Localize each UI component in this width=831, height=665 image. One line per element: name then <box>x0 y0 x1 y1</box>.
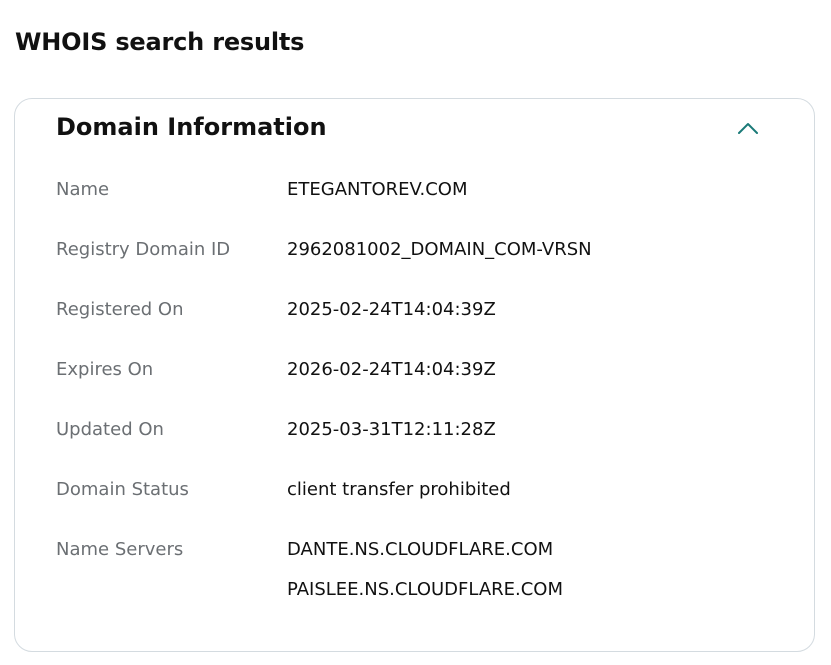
updated-on-value: 2025-03-31T12:11:28Z <box>287 419 496 440</box>
domain-information-card: Domain Information Name ETEGANTOREV.COM … <box>14 98 815 652</box>
expires-on-label: Expires On <box>56 359 154 380</box>
domain-info-rows: Name ETEGANTOREV.COM Registry Domain ID … <box>56 170 794 610</box>
row-expires-on: Expires On 2026-02-24T14:04:39Z <box>56 350 794 410</box>
name-value: ETEGANTOREV.COM <box>287 179 468 200</box>
chevron-up-icon <box>738 123 758 134</box>
name-server-value: PAISLEE.NS.CLOUDFLARE.COM <box>287 579 563 600</box>
row-updated-on: Updated On 2025-03-31T12:11:28Z <box>56 410 794 470</box>
name-server-value: DANTE.NS.CLOUDFLARE.COM <box>287 539 554 560</box>
page-title: WHOIS search results <box>15 28 305 56</box>
updated-on-label: Updated On <box>56 419 164 440</box>
card-title: Domain Information <box>56 113 327 141</box>
registered-on-label: Registered On <box>56 299 184 320</box>
whois-page: WHOIS search results Domain Information … <box>0 0 831 665</box>
name-servers-label: Name Servers <box>56 539 184 560</box>
registry-domain-id-value: 2962081002_DOMAIN_COM-VRSN <box>287 239 592 260</box>
domain-status-value: client transfer prohibited <box>287 479 511 500</box>
expires-on-value: 2026-02-24T14:04:39Z <box>287 359 496 380</box>
row-registry-domain-id: Registry Domain ID 2962081002_DOMAIN_COM… <box>56 230 794 290</box>
domain-status-label: Domain Status <box>56 479 189 500</box>
registered-on-value: 2025-02-24T14:04:39Z <box>287 299 496 320</box>
registry-domain-id-label: Registry Domain ID <box>56 239 231 260</box>
row-registered-on: Registered On 2025-02-24T14:04:39Z <box>56 290 794 350</box>
row-domain-status: Domain Status client transfer prohibited <box>56 470 794 530</box>
name-servers-list: DANTE.NS.CLOUDFLARE.COM PAISLEE.NS.CLOUD… <box>287 530 563 610</box>
name-label: Name <box>56 179 110 200</box>
row-name: Name ETEGANTOREV.COM <box>56 170 794 230</box>
row-name-servers: Name Servers DANTE.NS.CLOUDFLARE.COM PAI… <box>56 530 794 610</box>
collapse-toggle-button[interactable] <box>735 115 761 141</box>
